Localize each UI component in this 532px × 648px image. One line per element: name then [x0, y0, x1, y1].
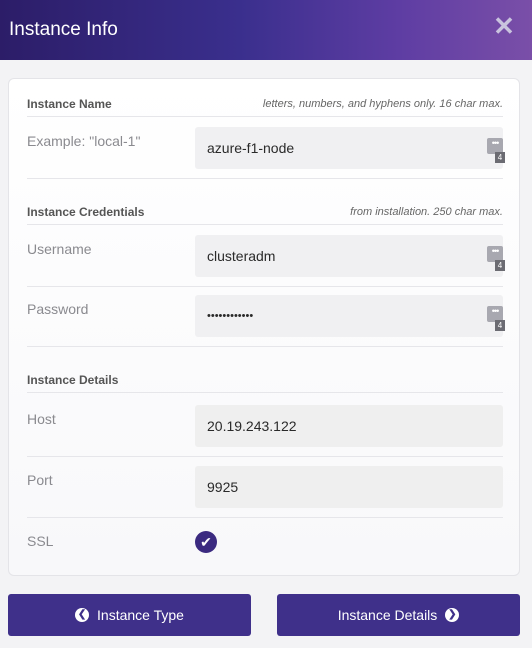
password-manager-icon[interactable]: ••• 4 — [487, 246, 505, 271]
field-value: 9925 — [207, 479, 239, 495]
port-input[interactable]: 9925 — [195, 466, 503, 508]
password-input[interactable]: •••••••••••• ••• 4 — [195, 295, 505, 337]
password-manager-icon[interactable]: ••• 4 — [487, 138, 505, 163]
section-hint: from installation. 250 char max. — [350, 205, 503, 218]
instance-details-button[interactable]: Instance Details ❯ — [277, 594, 520, 636]
username-row: Username clusteradm ••• 4 — [27, 227, 505, 287]
chevron-left-icon: ❮ — [75, 608, 90, 622]
instance-name-input[interactable]: azure-f1-node ••• 4 — [195, 127, 505, 169]
button-label: Instance Details — [337, 607, 438, 623]
modal-header: Instance Info ✕ — [0, 0, 532, 60]
field-label: Password — [27, 301, 89, 317]
section-instance-name: Instance Name letters, numbers, and hyph… — [27, 91, 503, 117]
modal-title: Instance Info — [9, 19, 118, 40]
port-row: Port 9925 — [27, 458, 503, 518]
instance-type-button[interactable]: ❮ Instance Type — [8, 594, 251, 636]
field-value: clusteradm — [207, 248, 276, 264]
field-label: Username — [27, 241, 92, 257]
chevron-right-icon: ❯ — [445, 608, 460, 622]
button-label: Instance Type — [97, 607, 184, 623]
field-label: Host — [27, 411, 56, 427]
section-label: Instance Name — [27, 96, 112, 111]
ssl-checkbox[interactable]: ✔ — [195, 531, 217, 553]
section-instance-details: Instance Details — [27, 367, 503, 393]
password-manager-icon[interactable]: ••• 4 — [487, 306, 505, 331]
section-label: Instance Credentials — [27, 204, 145, 219]
ssl-row: SSL ✔ — [27, 519, 503, 569]
field-value: •••••••••••• — [207, 310, 254, 322]
field-label: Port — [27, 472, 53, 488]
username-input[interactable]: clusteradm ••• 4 — [195, 235, 505, 277]
instance-name-row: Example: "local-1" azure-f1-node ••• 4 — [27, 119, 505, 179]
section-label: Instance Details — [27, 372, 119, 387]
password-row: Password •••••••••••• ••• 4 — [27, 287, 505, 347]
host-input[interactable]: 20.19.243.122 — [195, 405, 503, 447]
instance-info-card: Instance Name letters, numbers, and hyph… — [8, 78, 520, 576]
field-label: SSL — [27, 533, 54, 549]
host-row: Host 20.19.243.122 — [27, 397, 503, 457]
field-value: 20.19.243.122 — [207, 418, 297, 434]
badge-count: 4 — [495, 152, 505, 163]
field-label: Example: "local-1" — [27, 133, 141, 149]
section-instance-credentials: Instance Credentials from installation. … — [27, 199, 503, 225]
section-hint: letters, numbers, and hyphens only. 16 c… — [262, 97, 503, 110]
badge-count: 4 — [495, 260, 505, 271]
close-icon[interactable]: ✕ — [493, 13, 515, 39]
field-value: azure-f1-node — [207, 140, 295, 156]
badge-count: 4 — [495, 320, 505, 331]
